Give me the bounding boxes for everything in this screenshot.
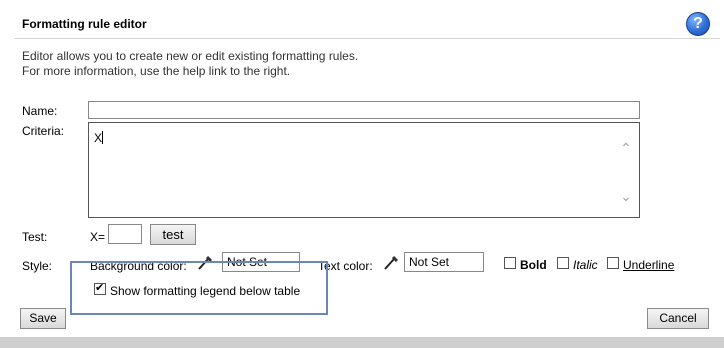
dialog-title: Formatting rule editor (22, 17, 147, 31)
description-line-1: Editor allows you to create new or edit … (22, 49, 359, 63)
name-input[interactable] (88, 101, 640, 119)
text-color-input[interactable] (404, 252, 484, 272)
cancel-button[interactable]: Cancel (647, 308, 709, 329)
underline-label: Underline (623, 258, 675, 272)
question-mark-icon[interactable]: ? (686, 12, 710, 36)
bold-checkbox[interactable] (504, 257, 516, 269)
header-divider (14, 38, 720, 39)
scroll-up-icon[interactable]: ⌃ (619, 141, 633, 155)
criteria-textarea[interactable]: X ⌃ ⌄ (88, 122, 640, 218)
italic-checkbox[interactable] (557, 257, 569, 269)
criteria-text: X (94, 131, 103, 145)
italic-label: Italic (573, 258, 598, 272)
text-caret (102, 131, 104, 144)
name-label: Name: (22, 104, 58, 118)
scroll-down-icon[interactable]: ⌄ (619, 189, 633, 203)
test-label: Test: (22, 230, 48, 244)
save-button[interactable]: Save (20, 308, 66, 329)
underline-checkbox[interactable] (607, 257, 619, 269)
test-input[interactable] (108, 224, 142, 244)
description-line-2: For more information, use the help link … (22, 64, 291, 78)
text-color-picker-icon[interactable] (382, 253, 402, 273)
style-label: Style: (22, 259, 53, 273)
footer-bar (0, 337, 724, 348)
criteria-label: Criteria: (22, 124, 65, 138)
test-prefix: X= (90, 230, 106, 244)
show-legend-label: Show formatting legend below table (110, 284, 301, 298)
bold-label: Bold (520, 258, 547, 272)
test-button[interactable]: test (150, 224, 196, 245)
show-legend-checkbox[interactable] (94, 281, 106, 295)
